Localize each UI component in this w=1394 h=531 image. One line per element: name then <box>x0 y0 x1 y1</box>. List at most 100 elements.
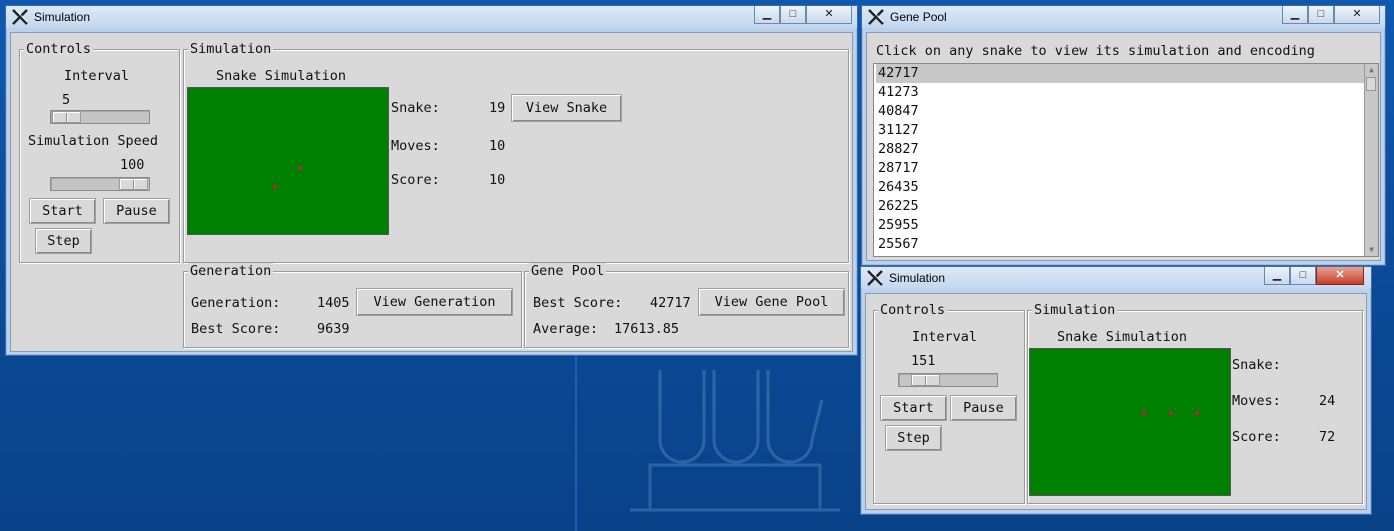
scroll-up-icon[interactable]: ▲ <box>1365 64 1378 76</box>
pool-best-label: Best Score: <box>533 295 623 311</box>
pool-average-value: 17613.85 <box>614 321 680 337</box>
step-button[interactable]: Step <box>885 425 942 451</box>
speed-slider-thumb[interactable] <box>119 178 148 190</box>
generation-value: 1405 <box>317 295 350 311</box>
moves-value: 10 <box>489 138 506 154</box>
simulation-frame-label: Simulation <box>1032 302 1118 318</box>
score-label: Score: <box>1232 429 1281 445</box>
interval-label: Interval <box>64 68 130 84</box>
simulation-frame-label: Simulation <box>188 41 274 57</box>
gene-pool-frame-label: Gene Pool <box>529 263 607 279</box>
list-item[interactable]: 28717 <box>876 159 1364 178</box>
interval-value: 151 <box>911 353 936 369</box>
snake-segment <box>1142 411 1146 415</box>
close-button[interactable]: ✕ <box>806 6 852 24</box>
maximize-button[interactable]: □ <box>1290 267 1316 285</box>
list-item[interactable]: 31127 <box>876 121 1364 140</box>
list-item[interactable]: 42717 <box>876 64 1364 83</box>
interval-slider-thumb[interactable] <box>911 374 940 386</box>
score-label: Score: <box>391 172 440 188</box>
interval-label: Interval <box>912 329 978 345</box>
snake-window-client: Controls Interval 151 Start Pause Step S… <box>865 293 1367 510</box>
moves-label: Moves: <box>1232 393 1281 409</box>
pool-best-value: 42717 <box>650 295 691 311</box>
list-scrollbar[interactable]: ▲ ▼ <box>1364 64 1378 256</box>
x11-logo-icon <box>867 270 883 286</box>
list-item[interactable]: 26435 <box>876 178 1364 197</box>
controls-frame: Controls Interval 5 Simulation Speed 100… <box>19 41 180 263</box>
maximize-button[interactable]: □ <box>780 6 806 24</box>
controls-frame-label: Controls <box>24 41 94 57</box>
score-value: 72 <box>1319 429 1336 445</box>
list-item[interactable]: 26225 <box>876 197 1364 216</box>
interval-value: 5 <box>62 92 71 108</box>
pause-button[interactable]: Pause <box>950 395 1017 421</box>
snake-board[interactable] <box>187 87 389 235</box>
controls-frame-label: Controls <box>878 302 948 318</box>
generation-best-value: 9639 <box>317 321 350 337</box>
maximize-button[interactable]: □ <box>1308 6 1334 24</box>
speed-label: Simulation Speed <box>28 133 159 149</box>
interval-slider[interactable] <box>50 110 150 124</box>
snake-segment <box>1195 411 1199 415</box>
pause-button[interactable]: Pause <box>103 198 170 224</box>
start-button[interactable]: Start <box>29 198 96 224</box>
minimize-button[interactable]: ▁ <box>754 6 780 24</box>
generation-label: Generation: <box>191 295 281 311</box>
window-title: Gene Pool <box>890 10 947 24</box>
scroll-thumb[interactable] <box>1366 77 1376 91</box>
view-gene-pool-button[interactable]: View Gene Pool <box>698 288 845 316</box>
gene-pool-window: Gene Pool ▁ □ ✕ Click on any snake to vi… <box>861 5 1386 266</box>
close-button[interactable]: ✕ <box>1334 6 1380 24</box>
generation-best-label: Best Score: <box>191 321 281 337</box>
moves-value: 24 <box>1319 393 1336 409</box>
interval-slider-thumb[interactable] <box>52 111 81 123</box>
start-button[interactable]: Start <box>880 395 947 421</box>
simulation-frame: Simulation Snake Simulation Snake: 19 Vi… <box>183 41 849 263</box>
main-window-titlebar[interactable]: Simulation ▁ □ ✕ <box>6 6 857 28</box>
list-item[interactable]: 28827 <box>876 140 1364 159</box>
wallpaper-logo <box>630 370 840 512</box>
speed-slider[interactable] <box>50 177 150 191</box>
generation-frame: Generation Generation: 1405 View Generat… <box>183 263 522 348</box>
x11-logo-icon <box>868 9 884 25</box>
gene-pool-client: Click on any snake to view its simulatio… <box>866 32 1381 261</box>
simulation-frame: Simulation Snake Simulation Snake: Moves… <box>1027 302 1363 504</box>
close-button[interactable]: ✕ <box>1316 267 1364 285</box>
snake-segment <box>298 166 302 170</box>
list-item[interactable]: 25567 <box>876 235 1364 254</box>
snake-value: 19 <box>489 100 506 116</box>
snake-label: Snake: <box>391 100 440 116</box>
gene-pool-frame: Gene Pool Best Score: 42717 View Gene Po… <box>524 263 849 348</box>
moves-label: Moves: <box>391 138 440 154</box>
snake-score-list[interactable]: 42717 41273 40847 31127 28827 28717 2643… <box>873 63 1379 257</box>
snake-label: Snake: <box>1232 357 1281 373</box>
speed-value: 100 <box>120 157 145 173</box>
step-button[interactable]: Step <box>35 228 92 254</box>
minimize-button[interactable]: ▁ <box>1282 6 1308 24</box>
main-client-area: Controls Interval 5 Simulation Speed 100… <box>10 32 853 352</box>
gene-pool-instruction: Click on any snake to view its simulatio… <box>876 43 1315 59</box>
view-snake-button[interactable]: View Snake <box>511 94 622 122</box>
scroll-down-icon[interactable]: ▼ <box>1365 244 1378 256</box>
window-title: Simulation <box>889 271 946 285</box>
minimize-button[interactable]: ▁ <box>1264 267 1290 285</box>
generation-frame-label: Generation <box>188 263 274 279</box>
board-title: Snake Simulation <box>1057 329 1188 345</box>
gene-pool-titlebar[interactable]: Gene Pool ▁ □ ✕ <box>862 6 1385 28</box>
controls-frame: Controls Interval 151 Start Pause Step <box>873 302 1025 504</box>
snake-segment <box>1169 411 1173 415</box>
list-item[interactable]: 40847 <box>876 102 1364 121</box>
snake-window-titlebar[interactable]: Simulation ▁ □ ✕ <box>861 267 1371 289</box>
list-item[interactable]: 25955 <box>876 216 1364 235</box>
x11-logo-icon <box>12 9 28 25</box>
pool-average-label: Average: <box>533 321 599 337</box>
snake-board[interactable] <box>1029 348 1231 496</box>
view-generation-button[interactable]: View Generation <box>356 288 513 316</box>
window-title: Simulation <box>34 10 91 24</box>
main-simulation-window: Simulation ▁ □ ✕ Controls Interval 5 Sim… <box>5 5 858 356</box>
score-value: 10 <box>489 172 506 188</box>
list-item[interactable]: 41273 <box>876 83 1364 102</box>
snake-segment <box>273 185 277 189</box>
interval-slider[interactable] <box>898 373 998 387</box>
